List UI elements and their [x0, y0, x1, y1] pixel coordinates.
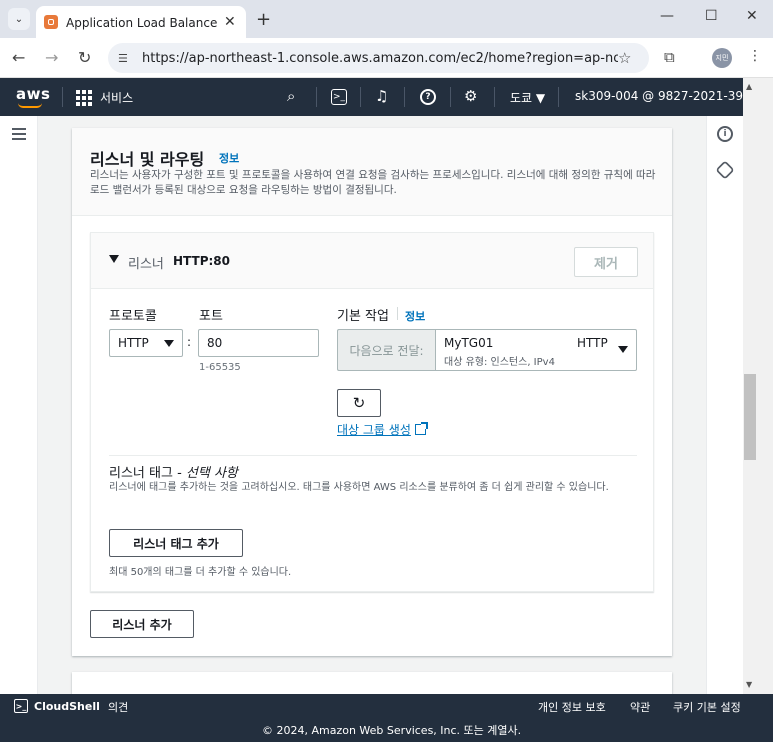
- refresh-icon: ↻: [352, 394, 366, 412]
- scroll-up-icon[interactable]: ▲: [746, 82, 752, 91]
- browser-tab-strip: ⌄ Application Load Balancer 생성 ✕ + — ☐ ✕: [0, 0, 773, 38]
- feedback-link[interactable]: 의견: [108, 699, 128, 715]
- protocol-port-separator: :: [187, 335, 192, 349]
- section-description: 리스너는 사용자가 구성한 포트 및 프로토콜을 사용하여 연결 요청을 검사하…: [90, 169, 656, 196]
- listener-header[interactable]: 리스너 HTTP:80 제거: [91, 233, 653, 289]
- region-selector[interactable]: 도쿄 ▼: [510, 89, 545, 106]
- section-title: 리스너 및 라우팅: [90, 150, 205, 169]
- main-content: 리스너 및 라우팅 정보 리스너는 사용자가 구성한 포트 및 프로토콜을 사용…: [38, 116, 706, 694]
- listener-tags-title: 리스너 태그 - 선택 사항: [109, 466, 238, 481]
- hexagon-icon[interactable]: [715, 160, 735, 180]
- forward-icon[interactable]: →: [45, 48, 58, 67]
- tab-close-icon[interactable]: ✕: [224, 14, 236, 30]
- profile-avatar[interactable]: 지민: [712, 48, 732, 68]
- url-text[interactable]: https://ap-northeast-1.console.aws.amazo…: [142, 51, 618, 66]
- port-label: 포트: [199, 309, 223, 324]
- notifications-bell-icon[interactable]: ♫: [375, 87, 388, 105]
- search-icon[interactable]: ⌕: [287, 87, 295, 105]
- page-scrollbar[interactable]: ▲ ▼: [743, 78, 773, 694]
- aws-logo[interactable]: aws: [16, 85, 50, 108]
- cloudshell-icon: >_: [14, 699, 28, 713]
- protocol-value: HTTP: [118, 336, 149, 350]
- minimize-icon[interactable]: —: [660, 8, 674, 24]
- help-icon[interactable]: ?: [420, 89, 436, 105]
- window-close-icon[interactable]: ✕: [746, 8, 758, 24]
- protocol-select[interactable]: HTTP: [109, 329, 183, 357]
- listener-protocol-port: HTTP:80: [173, 254, 230, 268]
- next-section-card: [72, 672, 672, 694]
- tab-search-dropdown[interactable]: ⌄: [8, 8, 30, 30]
- card-header: 리스너 및 라우팅 정보 리스너는 사용자가 구성한 포트 및 프로토콜을 사용…: [72, 128, 672, 216]
- protocol-label: 프로토콜: [109, 309, 157, 324]
- scroll-thumb[interactable]: [744, 374, 756, 460]
- browser-toolbar: ← → ↻ ☰ https://ap-northeast-1.console.a…: [0, 38, 773, 78]
- listener-tags-description: 리스너에 태그를 추가하는 것을 고려하십시오. 태그를 사용하면 AWS 리소…: [109, 482, 609, 493]
- section-info-link[interactable]: 정보: [219, 150, 239, 166]
- bookmark-star-icon[interactable]: ☆: [618, 49, 631, 67]
- default-action-label: 기본 작업: [337, 309, 389, 324]
- default-action-info-link[interactable]: 정보: [405, 308, 425, 324]
- reload-icon[interactable]: ↻: [78, 48, 91, 67]
- port-input[interactable]: 80: [198, 329, 319, 357]
- browser-tab[interactable]: Application Load Balancer 생성 ✕: [36, 6, 246, 38]
- copyright-text: © 2024, Amazon Web Services, Inc. 또는 계열사…: [262, 724, 522, 737]
- caret-down-icon[interactable]: [109, 255, 119, 263]
- browser-menu-icon[interactable]: ⋮: [748, 48, 762, 64]
- info-panel-icon[interactable]: i: [717, 126, 733, 142]
- terms-link[interactable]: 약관: [630, 699, 650, 715]
- services-label: 서비스: [100, 91, 134, 105]
- maximize-icon[interactable]: ☐: [705, 8, 718, 24]
- extensions-icon[interactable]: ⧉: [664, 48, 675, 66]
- aws-top-nav: aws 서비스 ⌕ >_ ♫ ? ⚙ 도쿄 ▼ sk309-004 @ 9827…: [0, 78, 773, 116]
- console-footer: >_ CloudShell 의견 개인 정보 보호 약관 쿠키 기본 설정 © …: [0, 694, 773, 742]
- dropdown-caret-icon: [164, 340, 174, 347]
- dropdown-caret-icon: [618, 346, 628, 353]
- target-group-protocol: HTTP: [577, 336, 608, 350]
- side-nav-rail: [0, 116, 38, 694]
- settings-gear-icon[interactable]: ⚙: [464, 87, 477, 105]
- port-range-hint: 1-65535: [199, 362, 241, 373]
- hamburger-menu-icon[interactable]: [12, 128, 26, 143]
- back-icon[interactable]: ←: [12, 48, 25, 67]
- tab-title: Application Load Balancer 생성: [66, 15, 218, 30]
- scroll-down-icon[interactable]: ▼: [746, 680, 752, 689]
- add-listener-tag-button[interactable]: 리스너 태그 추가: [109, 529, 243, 557]
- privacy-link[interactable]: 개인 정보 보호: [538, 699, 606, 715]
- listener-label: 리스너: [128, 257, 164, 272]
- target-group-select[interactable]: MyTG01 HTTP 대상 유형: 인스턴스, IPv4: [435, 329, 637, 371]
- remove-listener-button[interactable]: 제거: [574, 247, 638, 277]
- aws-favicon-icon: [44, 15, 58, 29]
- cookie-preferences-link[interactable]: 쿠키 기본 설정: [673, 699, 741, 715]
- help-panel-rail: i: [706, 116, 743, 694]
- external-link-icon: [414, 422, 428, 435]
- create-target-group-link[interactable]: 대상 그룹 생성: [337, 421, 428, 438]
- site-info-icon[interactable]: ☰: [118, 52, 134, 65]
- forward-to-label: 다음으로 전달:: [337, 329, 435, 371]
- refresh-button[interactable]: ↻: [337, 389, 381, 417]
- services-grid-icon: [76, 89, 92, 106]
- listeners-routing-card: 리스너 및 라우팅 정보 리스너는 사용자가 구성한 포트 및 프로토콜을 사용…: [72, 128, 672, 656]
- services-menu[interactable]: 서비스: [76, 89, 133, 106]
- target-group-name: MyTG01: [444, 336, 494, 350]
- address-bar[interactable]: ☰ https://ap-northeast-1.console.aws.ama…: [108, 43, 649, 73]
- cloudshell-icon[interactable]: >_: [331, 89, 347, 105]
- account-menu[interactable]: sk309-004 @ 9827-2021-3969 ▼: [575, 89, 771, 103]
- target-group-type: 대상 유형: 인스턴스, IPv4: [444, 357, 555, 368]
- add-listener-button[interactable]: 리스너 추가: [90, 610, 194, 638]
- cloudshell-link[interactable]: >_ CloudShell: [14, 699, 100, 713]
- tag-limit-hint: 최대 50개의 태그를 더 추가할 수 있습니다.: [109, 567, 292, 578]
- new-tab-icon[interactable]: +: [256, 9, 271, 30]
- listener-panel: 리스너 HTTP:80 제거 프로토콜 HTTP : 포트 80 1-65535…: [90, 232, 654, 592]
